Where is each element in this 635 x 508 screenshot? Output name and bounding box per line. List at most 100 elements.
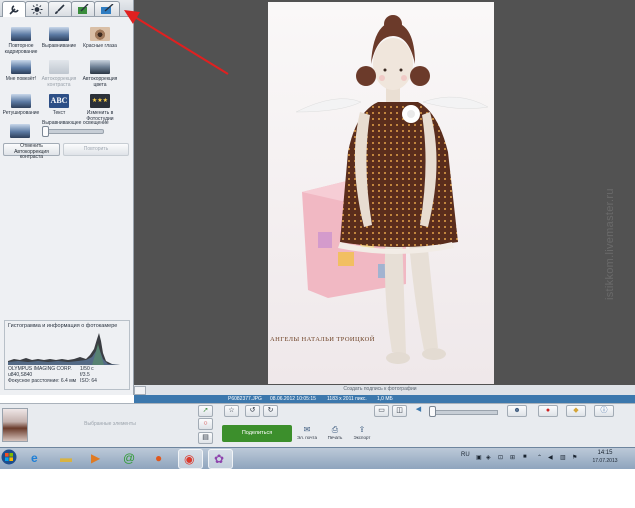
tool-label: Автокоррекция цвета: [82, 76, 118, 88]
tool-label: Ретуширование: [2, 110, 40, 116]
tool-label: Выравнивание: [41, 43, 77, 49]
clock-date[interactable]: 17.07.2013: [588, 458, 622, 464]
media-player-icon: ▶: [91, 451, 101, 465]
tray-app-icon[interactable]: ◈: [486, 454, 491, 461]
tool-im-feeling-lucky[interactable]: Мне повезёт!: [0, 60, 42, 82]
redo-button: Повторить: [63, 143, 129, 156]
share-button[interactable]: Поделиться: [222, 425, 292, 442]
rotate-right-icon[interactable]: ↻: [263, 405, 278, 417]
tool-auto-contrast: Автокоррекция контраста: [38, 60, 80, 88]
taskbar-mail-agent[interactable]: @: [118, 449, 141, 467]
print-action[interactable]: ⎙ Печать: [320, 425, 350, 440]
tool-straighten[interactable]: Выравнивание: [38, 27, 80, 49]
file-name: P6082377.JPG: [228, 396, 262, 402]
taskbar-internet-explorer[interactable]: e: [26, 449, 49, 467]
caption-input[interactable]: Создать подпись к фотографии: [300, 386, 460, 392]
tool-text[interactable]: ABC Текст: [38, 94, 80, 116]
action-label: Эл. почта: [297, 435, 317, 440]
stars-icon: ★★★: [90, 94, 110, 108]
zoom-slider-handle[interactable]: [429, 406, 436, 417]
iso-value: ISO: 64: [80, 378, 97, 384]
tool-auto-color[interactable]: Автокоррекция цвета: [79, 60, 121, 88]
auto-color-thumbnail: [90, 60, 110, 74]
recrop-thumbnail: [11, 27, 31, 41]
tab-effects[interactable]: [48, 1, 72, 16]
volume-icon[interactable]: ◀: [548, 454, 553, 461]
screenshot: Повторное кадрирование Выравнивание Крас…: [0, 0, 635, 508]
export-action[interactable]: ⇪ Экспорт: [347, 425, 377, 440]
fill-light-thumbnail: [10, 124, 30, 138]
wrench-icon: [9, 5, 19, 15]
zoom-slider[interactable]: [430, 410, 498, 415]
tilda-angel-doll-photo: [268, 2, 494, 384]
info-icon[interactable]: ⓘ: [594, 405, 614, 417]
clock-time[interactable]: 14:15: [590, 450, 620, 456]
language-indicator[interactable]: RU: [461, 452, 470, 458]
histogram-chart: [8, 331, 120, 365]
star-icon[interactable]: ☆: [224, 405, 239, 417]
zoom-icon: ◀: [415, 406, 422, 413]
sun-icon: [31, 4, 43, 15]
tray-app-icon[interactable]: ⊡: [498, 454, 503, 461]
fill-light-slider[interactable]: [42, 129, 104, 134]
fill-light-label: Выравнивающее освещение: [42, 120, 109, 126]
clear-tray-icon[interactable]: ○: [198, 418, 213, 430]
photo-image[interactable]: [268, 2, 494, 384]
people-icon[interactable]: ☻: [507, 405, 527, 417]
at-icon: @: [123, 451, 136, 465]
compare-view-icon[interactable]: ◫: [392, 405, 407, 417]
album-add-icon[interactable]: ▤: [198, 432, 213, 444]
tab-basic-fixes[interactable]: [2, 1, 26, 17]
tool-edit-in-studio[interactable]: ★★★ Изменить в Фотостудии: [79, 94, 121, 122]
image-dimensions: 1183 x 2011 пикс.: [327, 396, 367, 402]
taskbar-explorer[interactable]: ▬: [55, 449, 78, 467]
ie-icon: e: [31, 451, 38, 465]
hold-pin-icon[interactable]: ➚: [198, 405, 213, 417]
lucky-thumbnail: [11, 60, 31, 74]
chrome-icon: ◉: [184, 452, 195, 466]
tab-tuning[interactable]: [25, 1, 49, 16]
fill-light-slider-handle[interactable]: [42, 126, 49, 137]
tool-recrop[interactable]: Повторное кадрирование: [0, 27, 42, 55]
taskbar-chrome[interactable]: ◉: [178, 449, 203, 469]
taskbar-media-player[interactable]: ▶: [86, 449, 109, 467]
show-hidden-icons-icon[interactable]: ⌃: [537, 454, 542, 461]
tray-selected-label: Выбранные элементы: [84, 421, 136, 427]
undo-auto-contrast-button[interactable]: Отменить Автокоррекция контраста: [3, 143, 60, 160]
tool-label: Мне повезёт!: [5, 76, 37, 82]
start-button[interactable]: [0, 448, 18, 466]
tool-label: Красные глаза: [83, 43, 117, 49]
tray-app-icon[interactable]: ⊞: [510, 454, 515, 461]
single-view-icon[interactable]: ▭: [374, 405, 389, 417]
action-center-icon[interactable]: ⚑: [572, 454, 577, 461]
tag-icon[interactable]: ◆: [566, 405, 586, 417]
export-icon: ⇪: [358, 425, 366, 434]
tool-retouch[interactable]: Ретуширование: [0, 94, 42, 116]
picasa-icon: ✿: [214, 452, 225, 466]
site-watermark: istikkom.livemaster.ru: [604, 188, 616, 300]
network-icon[interactable]: ▥: [560, 454, 566, 461]
email-action[interactable]: ✉ Эл. почта: [292, 425, 322, 440]
taskbar-firefox[interactable]: ●: [150, 449, 173, 467]
brush-icon: [55, 4, 65, 14]
map-pin-icon[interactable]: ●: [538, 405, 558, 417]
tool-fill-light[interactable]: [0, 124, 40, 138]
edit-tabs: [0, 0, 133, 17]
edit-photo-icon: [78, 4, 89, 14]
taskbar-picasa[interactable]: ✿: [208, 449, 233, 469]
action-label: Печать: [327, 435, 343, 440]
windows-logo-icon: [1, 449, 17, 465]
photo-watermark-text: АНГЕЛЫ НАТАЛЬИ ТРОИЦКОЙ: [270, 336, 375, 343]
caption-toggle-button[interactable]: [134, 386, 146, 395]
tray-selected-thumbnail[interactable]: [2, 408, 28, 442]
tab-more-effects[interactable]: [71, 1, 95, 16]
tool-red-eye[interactable]: Красные глаза: [79, 27, 121, 49]
eye-icon: [90, 27, 110, 41]
tray-app-icon[interactable]: ■: [523, 454, 527, 460]
tab-artistic-effects[interactable]: [94, 1, 120, 16]
histogram-title: Гистограмма и информация о фотокамере: [8, 323, 118, 329]
printer-icon: ⎙: [331, 425, 339, 434]
rotate-left-icon[interactable]: ↺: [245, 405, 260, 417]
effects-icon: [101, 4, 114, 14]
tray-app-icon[interactable]: ▣: [476, 454, 482, 461]
